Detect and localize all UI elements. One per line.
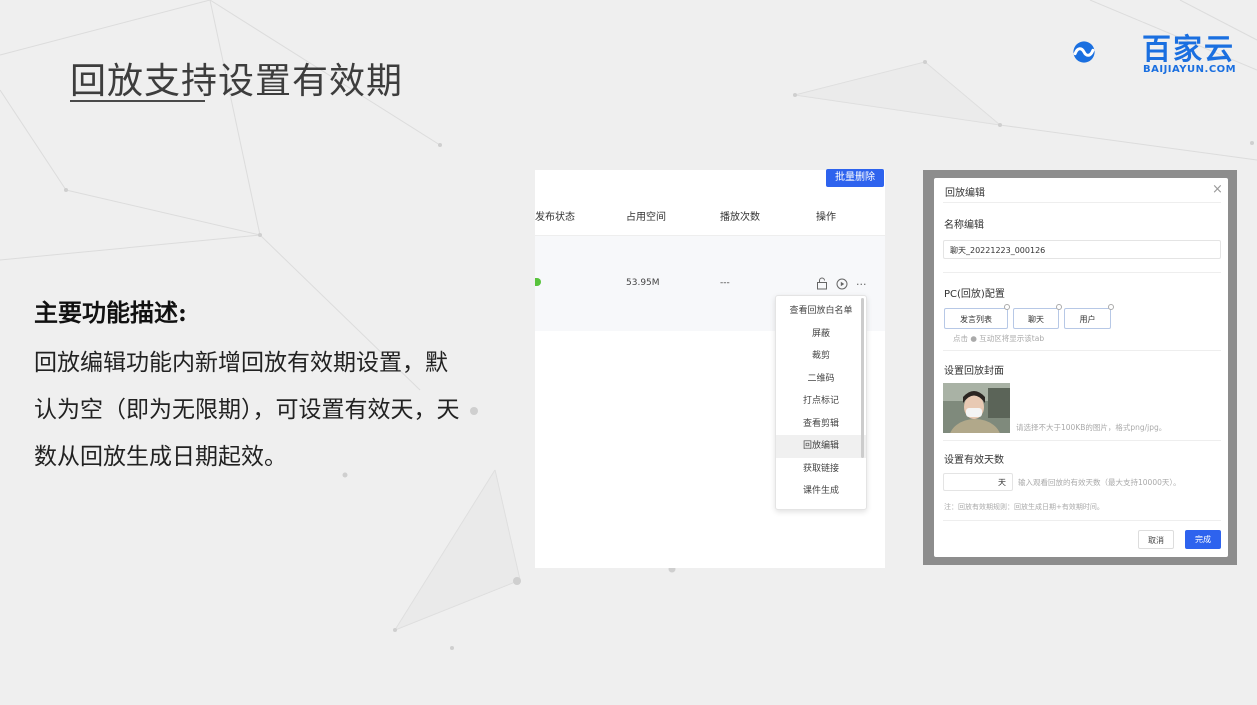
menu-item-block[interactable]: 屏蔽 [776, 323, 866, 346]
cover-thumbnail[interactable] [943, 383, 1010, 433]
menu-item-marker[interactable]: 打点标记 [776, 390, 866, 413]
pc-config-label: PC(回放)配置 [944, 289, 1005, 300]
tab-chat[interactable]: 聊天 [1013, 308, 1059, 329]
name-input[interactable]: 聊天_20221223_000126 [943, 240, 1221, 259]
divider [943, 520, 1221, 521]
baijiayun-logo-icon [1073, 41, 1095, 63]
close-icon[interactable]: × [1212, 182, 1223, 197]
divider [943, 440, 1221, 441]
column-header-status: 发布状态 [535, 212, 575, 223]
divider [943, 350, 1221, 351]
more-actions-button[interactable]: ··· [856, 278, 867, 291]
title-underline [70, 100, 205, 102]
cancel-button[interactable]: 取消 [1138, 530, 1174, 549]
cover-hint: 请选择不大于100KB的图片，格式png/jpg。 [1016, 423, 1167, 432]
dialog-title: 回放编辑 [945, 188, 985, 199]
row-plays: --- [720, 278, 730, 288]
description-heading: 主要功能描述: [34, 298, 187, 327]
column-header-plays: 播放次数 [720, 212, 760, 223]
tab-speech-list[interactable]: 发言列表 [944, 308, 1008, 329]
eye-icon[interactable] [1004, 304, 1010, 310]
bulk-delete-button[interactable]: 批量删除 [826, 169, 884, 187]
menu-item-qrcode[interactable]: 二维码 [776, 368, 866, 391]
name-edit-label: 名称编辑 [944, 220, 984, 231]
menu-item-playback-edit[interactable]: 回放编辑 [776, 435, 866, 458]
description-body: 回放编辑功能内新增回放有效期设置，默认为空（即为无限期），可设置有效天，天数从回… [34, 350, 460, 470]
valid-days-hint: 输入观看回放的有效天数（最大支持10000天）。 [1018, 478, 1181, 487]
eye-icon[interactable] [1108, 304, 1114, 310]
valid-days-label: 设置有效天数 [944, 455, 1004, 466]
actions-dropdown-menu: 查看回放白名单 屏蔽 裁剪 二维码 打点标记 查看剪辑 回放编辑 获取链接 课件… [775, 295, 867, 510]
play-icon[interactable] [836, 278, 848, 290]
row-size: 53.95M [626, 278, 660, 288]
pc-config-hint: 点击 ● 互动区将显示该tab [953, 334, 1045, 343]
column-header-size: 占用空间 [626, 212, 666, 223]
divider [943, 202, 1221, 203]
confirm-button[interactable]: 完成 [1185, 530, 1221, 549]
logo-name-cn: 百家云 [1142, 32, 1236, 66]
divider [943, 272, 1221, 273]
table-header: 发布状态 占用空间 播放次数 操作 [535, 195, 885, 236]
menu-item-view-clips[interactable]: 查看剪辑 [776, 413, 866, 436]
cover-label: 设置回放封面 [944, 366, 1004, 377]
column-header-actions: 操作 [816, 212, 836, 223]
menu-scrollbar[interactable] [861, 298, 864, 458]
menu-item-crop[interactable]: 裁剪 [776, 345, 866, 368]
tab-users[interactable]: 用户 [1064, 308, 1111, 329]
menu-item-view-whitelist[interactable]: 查看回放白名单 [776, 300, 866, 323]
eye-icon[interactable] [1056, 304, 1062, 310]
logo-name-en: BAIJIAYUN.COM [1143, 64, 1237, 75]
valid-days-unit: 天 [998, 478, 1006, 487]
lock-icon[interactable] [816, 277, 828, 290]
validity-rule-note: 注：回放有效期规则：回放生成日期+有效期时间。 [944, 503, 1104, 511]
menu-item-get-link[interactable]: 获取链接 [776, 458, 866, 481]
slide-title: 回放支持设置有效期 [70, 61, 404, 102]
menu-item-courseware[interactable]: 课件生成 [776, 480, 866, 503]
